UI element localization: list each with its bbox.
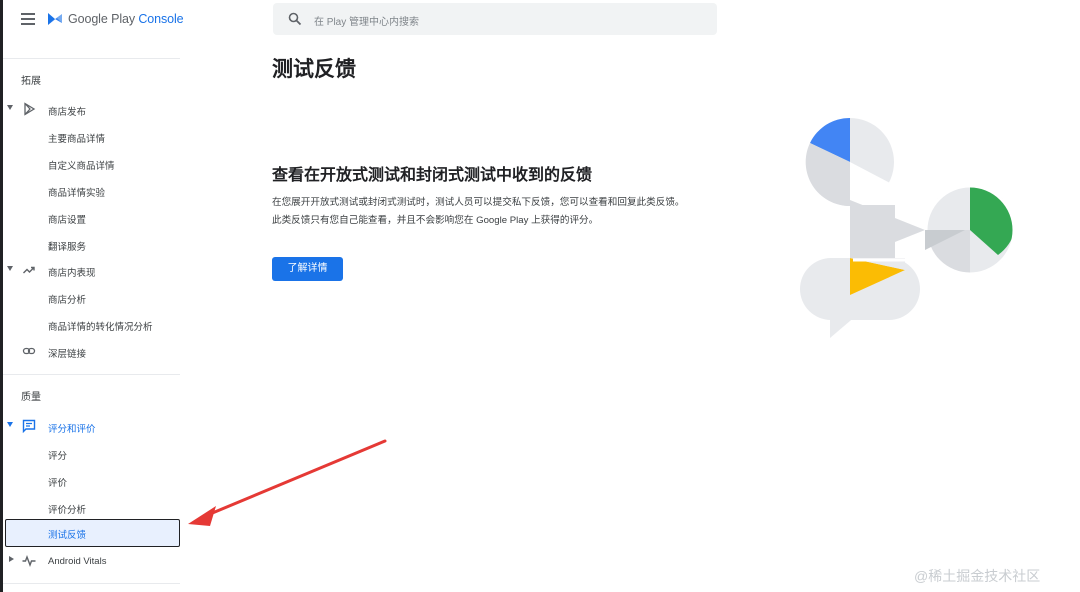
sidebar-item-label: 评价 — [48, 478, 68, 489]
watermark: @稀土掘金技术社区 — [914, 568, 1041, 584]
empty-state-description: 在您展开开放式测试或封闭式测试时，测试人员可以提交私下反馈，您可以查看和回复此类… — [272, 197, 685, 226]
sidebar-item-store-presence[interactable]: 商店发布 — [3, 96, 180, 122]
link-icon — [22, 347, 36, 355]
page: Google Play Console 拓展 商店发布 主要商品详情 自定义商品… — [0, 0, 1080, 592]
sidebar-item-deep-links[interactable]: 深层链接 — [3, 338, 180, 364]
sidebar-item-label: 商店分析 — [48, 295, 87, 306]
sidebar-item-label: 翻译服务 — [48, 242, 87, 253]
sidebar-item-label: 评分和评价 — [48, 424, 96, 435]
sidebar-item-ratings-reviews[interactable]: 评分和评价 — [3, 413, 180, 439]
expand-caret-icon[interactable] — [7, 422, 13, 427]
vitals-pulse-icon — [22, 555, 36, 567]
trending-up-icon — [23, 266, 35, 274]
page-title: 测试反馈 — [272, 58, 356, 81]
sidebar-item-label: 主要商品详情 — [48, 134, 106, 145]
sidebar-item-label: 评价分析 — [48, 505, 87, 516]
hamburger-menu-icon[interactable] — [21, 13, 35, 25]
learn-more-button[interactable]: 了解详情 — [272, 257, 343, 281]
sidebar-item-label: 测试反馈 — [48, 529, 87, 541]
sidebar-header: Google Play Console — [3, 0, 184, 40]
feedback-illustration — [800, 117, 1016, 338]
sidebar-item-label: 评分 — [48, 451, 68, 462]
expand-caret-icon[interactable] — [7, 266, 13, 271]
brand-google-play: Google Play — [68, 12, 135, 26]
sidebar-item-main-listing[interactable]: 主要商品详情 — [3, 123, 180, 149]
sidebar-item-label: Android Vitals — [48, 556, 107, 567]
sidebar-item-testing-feedback[interactable]: 测试反馈 — [5, 519, 180, 547]
sidebar-item-android-vitals[interactable]: Android Vitals — [3, 548, 180, 574]
sidebar-item-label: 商店设置 — [48, 215, 87, 226]
annotation-arrow — [188, 439, 387, 526]
sidebar-item-label: 商品详情实验 — [48, 188, 106, 199]
play-outline-icon — [24, 102, 36, 116]
sidebar-item-store-performance[interactable]: 商店内表现 — [3, 257, 180, 283]
sidebar-item-review-analysis[interactable]: 评价分析 — [3, 494, 180, 520]
brand-name[interactable]: Google Play Console — [68, 12, 184, 26]
sidebar-divider — [3, 583, 180, 584]
section-title-grow: 拓展 — [21, 76, 41, 87]
sidebar-item-custom-listing[interactable]: 自定义商品详情 — [3, 150, 180, 176]
sidebar-item-label: 商品详情的转化情况分析 — [48, 322, 153, 333]
sidebar-divider — [3, 374, 180, 375]
collapse-caret-icon[interactable] — [9, 556, 14, 562]
play-console-logo-icon — [48, 13, 62, 25]
sidebar-item-reviews[interactable]: 评价 — [3, 467, 180, 493]
brand-console: Console — [138, 12, 184, 26]
sidebar-item-conversion-analysis[interactable]: 商品详情的转化情况分析 — [3, 311, 180, 337]
sidebar-item-listing-experiments[interactable]: 商品详情实验 — [3, 177, 180, 203]
search-bar[interactable]: 在 Play 管理中心内搜索 — [273, 3, 717, 35]
sidebar: Google Play Console 拓展 商店发布 主要商品详情 自定义商品… — [3, 0, 184, 592]
review-icon — [22, 419, 36, 433]
sidebar-item-store-analysis[interactable]: 商店分析 — [3, 284, 180, 310]
expand-caret-icon[interactable] — [7, 105, 13, 110]
sidebar-item-label: 深层链接 — [48, 349, 87, 360]
section-title-quality: 质量 — [21, 392, 41, 403]
sidebar-divider — [3, 58, 180, 59]
sidebar-item-store-settings[interactable]: 商店设置 — [3, 204, 180, 230]
sidebar-item-translation-service[interactable]: 翻译服务 — [3, 231, 180, 257]
empty-state-headline: 查看在开放式测试和封闭式测试中收到的反馈 — [272, 167, 593, 184]
sidebar-item-label: 商店发布 — [48, 107, 87, 118]
search-icon — [288, 12, 302, 26]
sidebar-item-ratings[interactable]: 评分 — [3, 440, 180, 466]
search-input[interactable]: 在 Play 管理中心内搜索 — [314, 13, 419, 28]
sidebar-item-label: 商店内表现 — [48, 268, 96, 279]
sidebar-item-label: 自定义商品详情 — [48, 161, 115, 172]
